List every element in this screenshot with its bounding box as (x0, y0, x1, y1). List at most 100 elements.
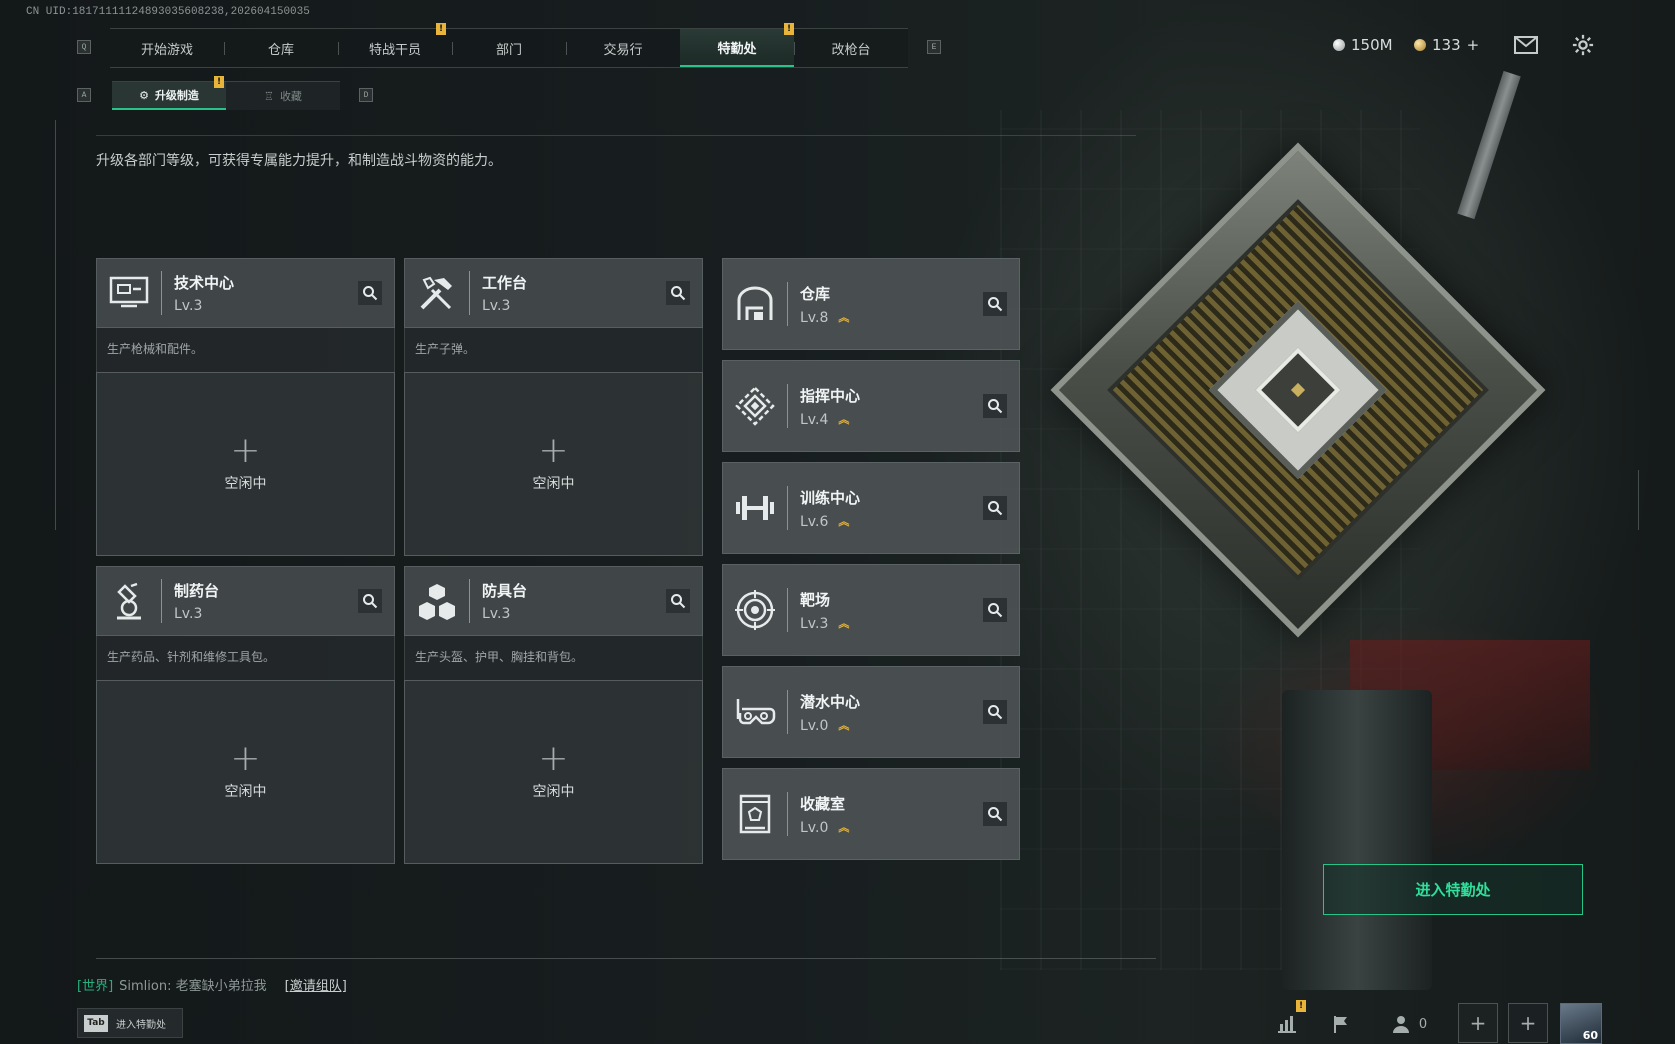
diving-center-icon (723, 666, 787, 758)
tab-trading[interactable]: 交易行 (566, 29, 680, 67)
craft-slot[interactable]: + 空闲中 (96, 680, 395, 864)
craft-slot[interactable]: + 空闲中 (404, 680, 703, 864)
chat-channel: [世界] (77, 979, 114, 994)
notification-badge: ! (784, 23, 794, 35)
magnifier-icon[interactable] (666, 281, 690, 305)
facility-level: Lv.0 (800, 819, 829, 836)
magnifier-icon[interactable] (358, 281, 382, 305)
magnifier-icon[interactable] (983, 700, 1007, 724)
facility-name: 指挥中心 (800, 386, 861, 405)
slot-status: 空闲中 (224, 476, 267, 492)
magnifier-icon[interactable] (983, 292, 1007, 316)
upgrade-arrow-icon: ︽ (838, 310, 850, 324)
facility-card-diving-center[interactable]: 潜水中心 Lv.0 ︽ (722, 666, 1020, 758)
player-level: 60 (1582, 1029, 1598, 1042)
tab-operators[interactable]: 特战干员 ! (338, 23, 452, 67)
facility-name: 工作台 (482, 274, 528, 292)
facility-card-shooting-range[interactable]: 靶场 Lv.3 ︽ (722, 564, 1020, 656)
production-card-workbench: 工作台 Lv.3 生产子弹。 + 空闲中 (404, 258, 703, 556)
facility-level: Lv.3 (482, 606, 511, 622)
upgrade-arrow-icon: ︽ (838, 616, 850, 630)
tab-gunsmith[interactable]: 改枪台 (794, 29, 908, 67)
tab-special-ops[interactable]: 特勤处 ! (680, 23, 794, 67)
gold-amount: 133 (1432, 36, 1461, 54)
tab-shortcut-hint[interactable]: Tab 进入特勤处 (77, 1008, 183, 1038)
plus-icon: + (1519, 1011, 1537, 1035)
notification-badge: ! (214, 76, 224, 88)
subtab-upgrade-craft[interactable]: ⚙ 升级制造 ! (112, 76, 226, 110)
card-header[interactable]: 工作台 Lv.3 (404, 258, 703, 328)
slot-status: 空闲中 (532, 784, 575, 800)
key-hint-prev-tab: Q (77, 40, 91, 54)
gold-coin-icon (1414, 39, 1426, 51)
facility-name: 制药台 (174, 582, 220, 600)
magnifier-icon[interactable] (983, 394, 1007, 418)
tab-warehouse[interactable]: 仓库 (224, 29, 338, 67)
tab-key: Tab (84, 1014, 108, 1032)
facility-card-training-center[interactable]: 训练中心 Lv.6 ︽ (722, 462, 1020, 554)
facility-card-command-center[interactable]: 指挥中心 Lv.4 ︽ (722, 360, 1020, 452)
magnifier-icon[interactable] (983, 802, 1007, 826)
flag-icon[interactable] (1326, 1008, 1356, 1040)
craft-slot[interactable]: + 空闲中 (96, 372, 395, 556)
add-teammate-button-1[interactable]: + (1458, 1003, 1498, 1043)
facility-card-warehouse[interactable]: 仓库 Lv.8 ︽ (722, 258, 1020, 350)
trophy-icon: ♖ (264, 89, 274, 103)
facility-level: Lv.3 (482, 298, 511, 314)
tab-department[interactable]: 部门 (452, 29, 566, 67)
hud-line (55, 120, 56, 530)
world-chat: [世界] Simlion: 老塞缺小弟拉我 [邀请组队] (77, 975, 347, 994)
facility-name: 防具台 (482, 582, 528, 600)
facility-name: 仓库 (800, 284, 831, 303)
slot-status: 空闲中 (224, 784, 267, 800)
magnifier-icon[interactable] (983, 496, 1007, 520)
key-hint-next-tab: E (927, 40, 941, 54)
slot-status: 空闲中 (532, 476, 575, 492)
facility-level: Lv.3 (800, 615, 829, 632)
armor-bench-icon (405, 566, 469, 636)
facility-level: Lv.4 (800, 411, 829, 428)
facility-card-collection-room[interactable]: 收藏室 Lv.0 ︽ (722, 768, 1020, 860)
magnifier-icon[interactable] (983, 598, 1007, 622)
enter-special-ops-button[interactable]: 进入特勤处 (1323, 864, 1583, 915)
facility-level: Lv.0 (800, 717, 829, 734)
tab-start-game[interactable]: 开始游戏 (110, 29, 224, 67)
stats-bar-icon[interactable]: ! (1272, 1000, 1306, 1040)
player-avatar[interactable]: 60 (1560, 1003, 1602, 1044)
facility-level: Lv.8 (800, 309, 829, 326)
card-header[interactable]: 制药台 Lv.3 (96, 566, 395, 636)
hud-line (96, 958, 1156, 959)
subtab-collection[interactable]: ♖ 收藏 (226, 81, 340, 110)
plus-icon: + (1469, 1011, 1487, 1035)
friends-counter[interactable]: 0 (1390, 1008, 1430, 1040)
magnifier-icon[interactable] (666, 589, 690, 613)
page-description: 升级各部门等级，可获得专属能力提升，和制造战斗物资的能力。 (96, 153, 502, 169)
plus-icon: + (230, 738, 261, 779)
notification-badge: ! (1296, 1000, 1306, 1012)
gear-upgrade-icon: ⚙ (139, 88, 149, 102)
chat-message: Simlion: 老塞缺小弟拉我 (119, 979, 267, 994)
silver-coin-icon (1333, 39, 1345, 51)
invite-team-link[interactable]: [邀请组队] (285, 975, 347, 994)
upgrade-arrow-icon: ︽ (838, 514, 850, 528)
settings-gear-icon[interactable] (1570, 34, 1596, 56)
workbench-icon (405, 258, 469, 328)
add-teammate-button-2[interactable]: + (1508, 1003, 1548, 1043)
add-gold-button[interactable]: + (1467, 36, 1480, 54)
plus-icon: + (538, 430, 569, 471)
facility-description: 生产枪械和配件。 (96, 328, 395, 372)
silver-currency: 150M (1333, 36, 1393, 54)
facility-name: 靶场 (800, 590, 831, 609)
friends-count: 0 (1418, 1016, 1428, 1032)
card-header[interactable]: 防具台 Lv.3 (404, 566, 703, 636)
craft-slot[interactable]: + 空闲中 (404, 372, 703, 556)
player-uid: CN UID:18171111124893035608238,202604150… (26, 6, 310, 18)
card-header[interactable]: 技术中心 Lv.3 (96, 258, 395, 328)
notification-badge: ! (436, 23, 446, 35)
mail-icon[interactable] (1513, 34, 1539, 56)
facility-level: Lv.6 (800, 513, 829, 530)
magnifier-icon[interactable] (358, 589, 382, 613)
facility-description: 生产头盔、护甲、胸挂和背包。 (404, 636, 703, 680)
upgrade-arrow-icon: ︽ (838, 718, 850, 732)
collection-room-icon (723, 768, 787, 860)
